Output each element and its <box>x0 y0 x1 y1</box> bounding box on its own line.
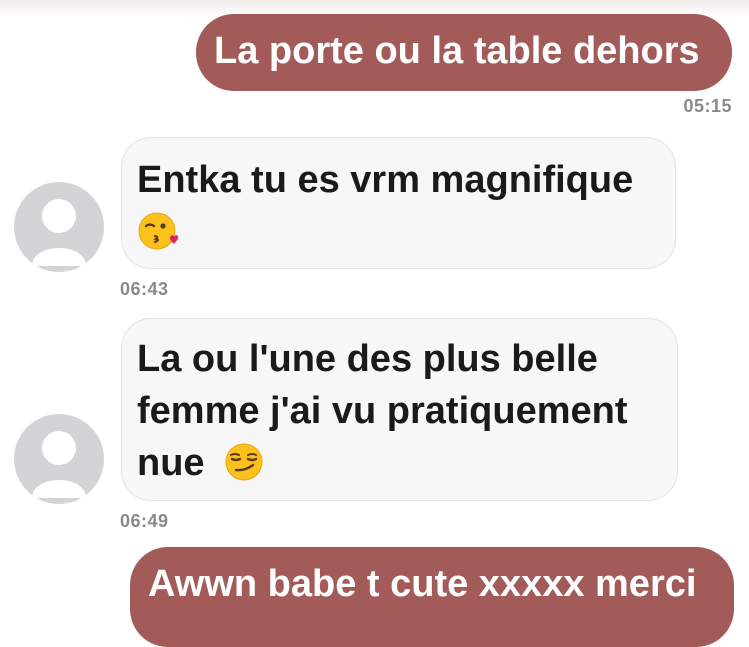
message-timestamp: 06:43 <box>120 279 169 299</box>
message-text: Entka tu es vrm magnifique <box>137 159 634 201</box>
kissing-wink-heart-emoji <box>137 210 179 252</box>
avatar[interactable] <box>14 414 104 504</box>
message-bubble-incoming[interactable]: La ou l'une des plus belle femme j'ai vu… <box>121 318 678 501</box>
avatar[interactable] <box>14 182 104 272</box>
message-text-line: nue <box>137 442 205 484</box>
message-text-line: femme j'ai vu pratiquement <box>137 390 628 432</box>
message-timestamp: 05:15 <box>683 96 732 116</box>
person-placeholder-icon <box>32 199 86 266</box>
message-bubble-outgoing[interactable]: La porte ou la table dehors <box>196 14 732 91</box>
message-timestamp: 06:49 <box>120 511 169 531</box>
message-bubble-outgoing[interactable]: Awwn babe t cute xxxxx merci <box>130 547 734 647</box>
message-bubble-incoming[interactable]: Entka tu es vrm magnifique <box>121 137 676 269</box>
message-text: Awwn babe t cute xxxxx merci <box>148 563 697 605</box>
message-text: La porte ou la table dehors <box>214 30 700 72</box>
message-text-line: La ou l'une des plus belle <box>137 338 598 380</box>
smirking-face-emoji <box>223 441 265 483</box>
person-placeholder-icon <box>32 431 86 498</box>
